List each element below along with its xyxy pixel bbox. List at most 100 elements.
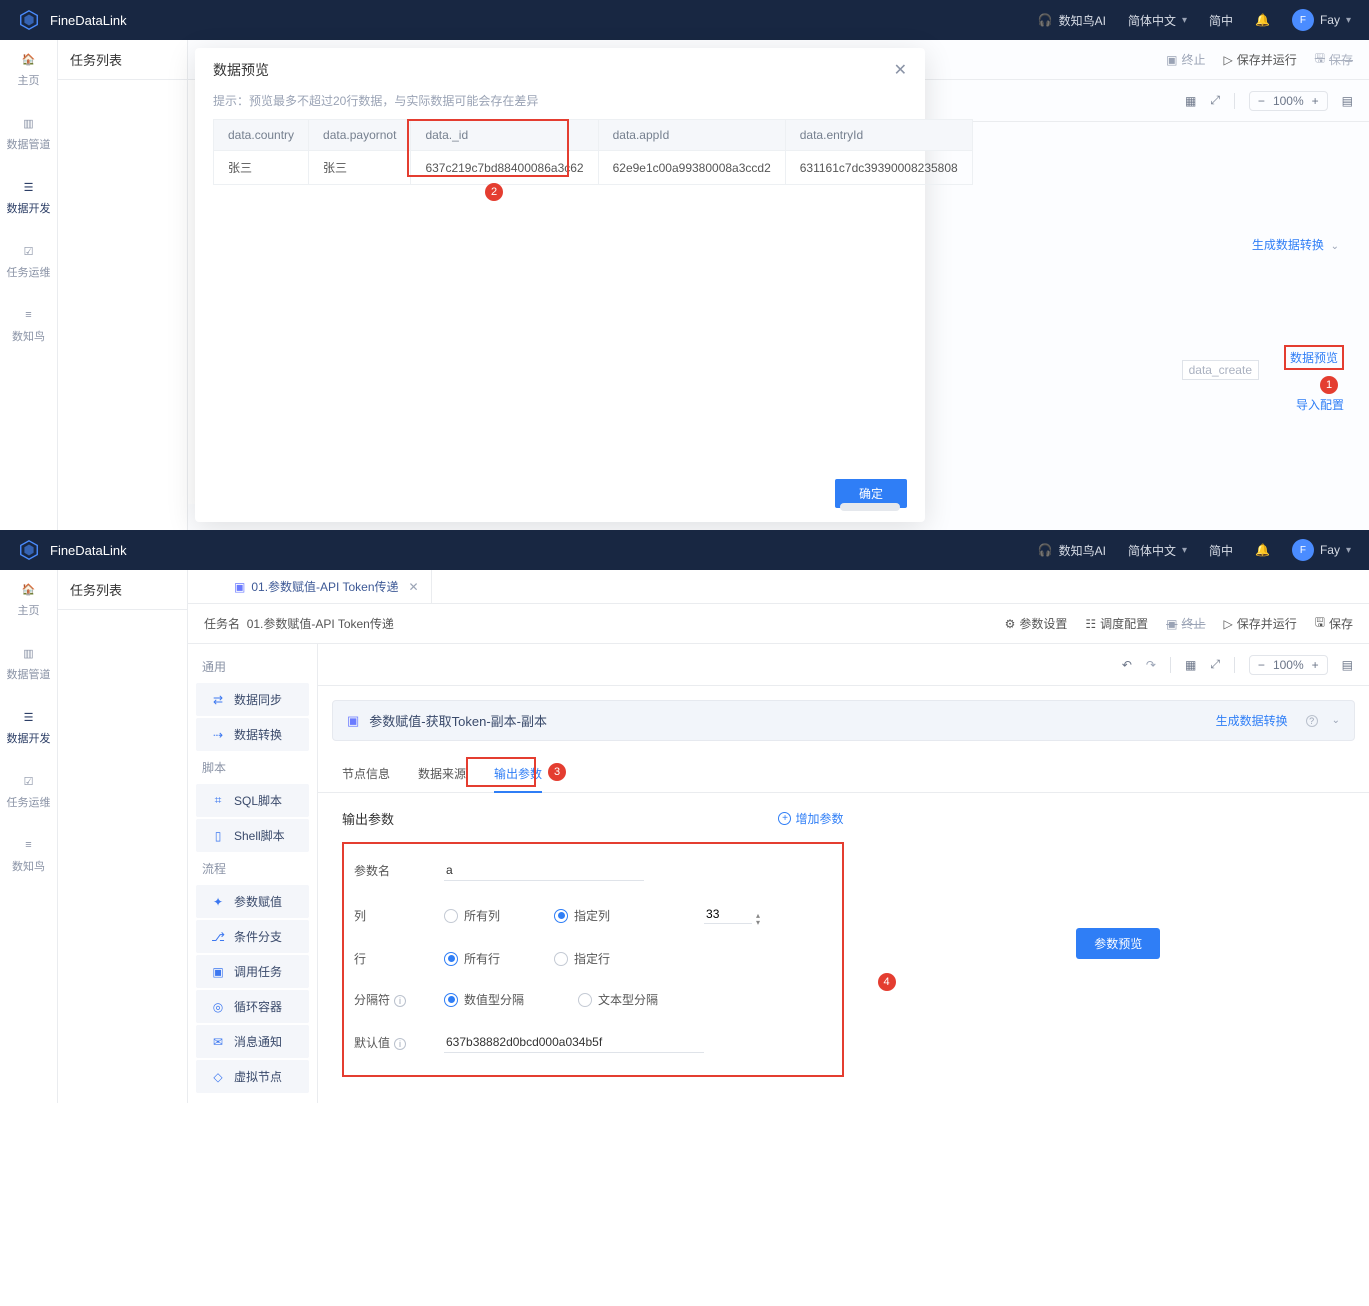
gen-transform-link[interactable]: 生成数据转换 [1216,712,1288,729]
node-title: 参数赋值-获取Token-副本-副本 [369,711,547,730]
stepper[interactable]: ▴▾ [756,912,760,926]
zoom-control[interactable]: −100%+ [1249,655,1328,675]
node-shell[interactable]: ▯Shell脚本 [196,819,309,852]
data-preview-modal: 数据预览 ✕ 提示：预览最多不超过20行数据，与实际数据可能会存在差异 data… [195,48,925,522]
layout-icon[interactable]: ▦ [1185,94,1196,108]
node-loop[interactable]: ◎循环容器 [196,990,309,1023]
nav-pipeline[interactable]: ▥数据管道 [7,114,51,152]
org[interactable]: 简中 [1209,12,1233,29]
info-icon[interactable]: i [394,995,406,1007]
user-menu[interactable]: FFay▾ [1292,539,1351,561]
bell-icon[interactable]: 🔔 [1255,13,1270,27]
left-nav: 🏠主页 ▥数据管道 ☰数据开发 ☑任务运维 ≡数知鸟 [0,570,58,1103]
default-value-input[interactable] [444,1032,704,1053]
redo-icon[interactable]: ↷ [1146,658,1156,672]
undo-icon[interactable]: ↶ [1122,658,1132,672]
nav-home[interactable]: 🏠主页 [18,50,40,88]
nav-ops[interactable]: ☑任务运维 [7,772,51,810]
nav-bird[interactable]: ≡数知鸟 [12,836,45,874]
logo-icon [18,539,40,561]
radio-txtsep[interactable]: 文本型分隔 [578,991,658,1008]
radio-allcol[interactable]: 所有列 [444,907,500,924]
radio-speccol[interactable]: 指定列 [554,907,610,924]
radio-allrow[interactable]: 所有行 [444,950,500,967]
node-branch[interactable]: ⎇条件分支 [196,920,309,953]
expand-icon[interactable]: ⤢ [1210,93,1220,108]
field-chip: data_create [1182,360,1259,380]
node-virtual[interactable]: ◇虚拟节点 [196,1060,309,1093]
ai-link[interactable]: 🎧数知鸟AI [1038,542,1106,559]
data-preview-link[interactable]: 数据预览 [1290,351,1338,365]
node-info-bar: ▣参数赋值-获取Token-副本-副本 生成数据转换 ? ⌄ [332,700,1355,741]
node-palette: 通用 ⇄数据同步 ⇢数据转换 脚本 ⌗SQL脚本 ▯Shell脚本 流程 ✦参数… [188,644,318,1103]
tool-param[interactable]: ⚙ 参数设置 [1005,615,1068,632]
nav-home[interactable]: 🏠主页 [18,580,40,618]
tab-output[interactable]: 输出参数 [494,755,542,792]
close-icon[interactable]: ✕ [894,60,907,80]
topbar: FineDataLink 🎧数知鸟AI 简体中文▾ 简中 🔔 FFay▾ [0,0,1369,40]
tool-saverun[interactable]: ▷ 保存并运行 [1224,51,1297,68]
tab-source[interactable]: 数据来源 [418,755,466,792]
param-preview-button[interactable]: 参数预览 [1076,928,1160,959]
sub-tabs: 节点信息 数据来源 输出参数 3 [318,755,1369,793]
grid-icon[interactable]: ▤ [1342,94,1353,108]
radio-numsep[interactable]: 数值型分隔 [444,991,524,1008]
tool-save[interactable]: 🖫 保存 [1315,49,1353,70]
gen-transform-link[interactable]: 生成数据转换 ⌄ [1252,236,1339,253]
table-row: 张三 张三 637c219c7bd88400086a3c62 62e9e1c00… [214,151,973,185]
tab-task[interactable]: ▣ 01.参数赋值-API Token传递 ✕ [222,570,432,603]
tool-stop[interactable]: ▣ 终止 [1166,615,1205,632]
radio-specrow[interactable]: 指定行 [554,950,610,967]
toolbar: ⚙ 参数设置 ☷ 调度配置 ▣ 终止 ▷ 保存并运行 🖫 保存 [1005,613,1353,634]
col-appid: data.appId [598,120,785,151]
info-icon[interactable]: i [394,1038,406,1050]
ai-link[interactable]: 🎧数知鸟AI [1038,12,1106,29]
tool-sched[interactable]: ☷ 调度配置 [1085,615,1148,632]
modal-tip: 提示：预览最多不超过20行数据，与实际数据可能会存在差异 [195,92,925,119]
tabs: ▣ 01.参数赋值-API Token传递 ✕ [188,570,1369,604]
form-title: 输出参数 [342,809,394,828]
bell-icon[interactable]: 🔔 [1255,543,1270,557]
node-transform[interactable]: ⇢数据转换 [196,718,309,751]
node-sql[interactable]: ⌗SQL脚本 [196,784,309,817]
brand: FineDataLink [50,13,127,28]
preview-table: data.country data.payornot data._id data… [213,119,973,185]
lang-switch[interactable]: 简体中文▾ [1128,542,1187,559]
task-list-title: 任务列表 [58,570,187,610]
import-config-link[interactable]: 导入配置 [1284,396,1344,413]
node-param[interactable]: ✦参数赋值 [196,885,309,918]
crumb-bar: 任务名 01.参数赋值-API Token传递 ⚙ 参数设置 ☷ 调度配置 ▣ … [188,604,1369,644]
nav-develop[interactable]: ☰数据开发 [7,178,51,216]
nav-ops[interactable]: ☑任务运维 [7,242,51,280]
node-sync[interactable]: ⇄数据同步 [196,683,309,716]
nav-develop[interactable]: ☰数据开发 [7,708,51,746]
nav-pipeline[interactable]: ▥数据管道 [7,644,51,682]
nav-bird[interactable]: ≡数知鸟 [12,306,45,344]
close-tab-icon[interactable]: ✕ [409,580,419,594]
grid-icon[interactable]: ▤ [1342,658,1353,672]
modal-title: 数据预览 [213,60,269,80]
node-call[interactable]: ▣调用任务 [196,955,309,988]
zoom-control[interactable]: −100%+ [1249,91,1328,111]
info-icon[interactable]: ? [1306,715,1318,727]
task-list: 任务列表 [58,570,188,1103]
param-name-input[interactable] [444,860,644,881]
col-country: data.country [214,120,309,151]
col-num-input[interactable] [704,905,752,924]
user-menu[interactable]: FFay▾ [1292,9,1351,31]
label-row: 行 [354,950,414,967]
expand-icon[interactable]: ⤢ [1210,657,1220,672]
preview-area: 参数预览 [868,793,1369,1093]
tool-stop[interactable]: ▣ 终止 [1166,51,1205,68]
tool-save[interactable]: 🖫 保存 [1315,613,1353,634]
tool-saverun[interactable]: ▷ 保存并运行 [1224,615,1297,632]
node-notify[interactable]: ✉消息通知 [196,1025,309,1058]
org[interactable]: 简中 [1209,542,1233,559]
label-sep: 分隔符 [354,993,390,1007]
tab-nodeinfo[interactable]: 节点信息 [342,755,390,792]
lang-switch[interactable]: 简体中文▾ [1128,12,1187,29]
output-form: 输出参数 +增加参数 参数名 列 所有列 [318,793,868,1093]
topbar: FineDataLink 🎧数知鸟AI 简体中文▾ 简中 🔔 FFay▾ [0,530,1369,570]
layout-icon[interactable]: ▦ [1185,658,1196,672]
add-param-button[interactable]: +增加参数 [778,810,843,827]
